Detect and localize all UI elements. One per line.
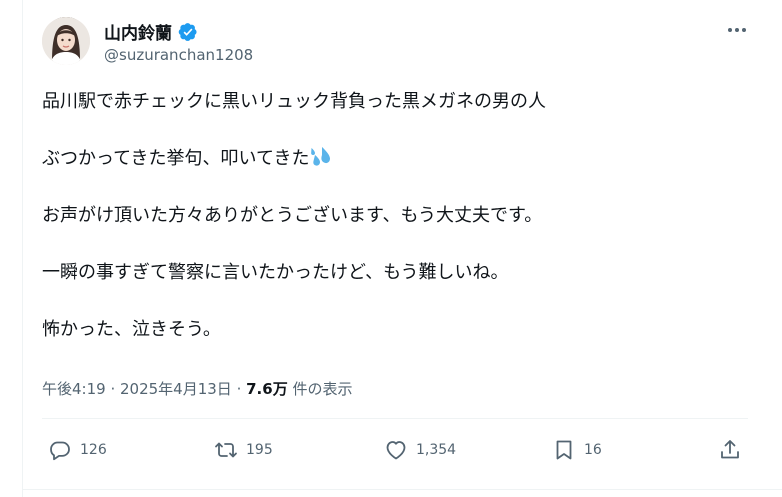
share-button[interactable] xyxy=(718,438,742,462)
meta-separator: · xyxy=(231,380,247,398)
divider xyxy=(22,489,782,490)
like-count: 1,354 xyxy=(416,442,457,458)
verified-badge-icon xyxy=(178,22,198,42)
display-name[interactable]: 山内鈴蘭 xyxy=(104,19,198,44)
reply-button[interactable]: 126 xyxy=(48,438,107,462)
bookmark-icon xyxy=(552,438,576,462)
reply-count: 126 xyxy=(80,442,107,458)
bookmark-button[interactable]: 16 xyxy=(552,438,602,462)
more-options-icon[interactable] xyxy=(722,18,752,42)
dot xyxy=(728,28,732,32)
tweet-date[interactable]: 2025年4月13日 xyxy=(120,380,232,398)
user-handle[interactable]: @suzuranchan1208 xyxy=(104,46,253,64)
retweet-button[interactable]: 195 xyxy=(214,438,273,462)
heart-icon xyxy=(384,438,408,462)
tweet-line-with-emoji: ぶつかってきた挙句、叩いてきた xyxy=(42,145,742,173)
dot xyxy=(742,28,746,32)
tweet-line: 品川駅で赤チェックに黒いリュック背負った黒メガネの男の人 xyxy=(42,91,546,112)
divider xyxy=(42,418,748,419)
view-count: 7.6万 xyxy=(246,380,288,398)
sweat-droplets-icon xyxy=(309,146,331,168)
dot xyxy=(735,28,739,32)
meta-separator: · xyxy=(105,380,120,398)
retweet-icon xyxy=(214,438,238,462)
tweet-line: お声がけ頂いた方々ありがとうございます、もう大丈夫です。 xyxy=(42,205,543,226)
avatar[interactable] xyxy=(42,17,90,65)
action-bar: 126 195 1,354 16 xyxy=(42,432,748,472)
tweet-meta: 午後4:19 · 2025年4月13日 · 7.6万 件の表示 xyxy=(42,378,352,399)
retweet-count: 195 xyxy=(246,442,273,458)
bookmark-count: 16 xyxy=(584,442,602,458)
view-count-label: 件の表示 xyxy=(287,380,353,398)
share-icon xyxy=(718,438,742,462)
display-name-text[interactable]: 山内鈴蘭 xyxy=(104,19,172,44)
tweet-line: ぶつかってきた挙句、叩いてきた xyxy=(42,148,310,169)
like-button[interactable]: 1,354 xyxy=(384,438,456,462)
tweet-text: 品川駅で赤チェックに黒いリュック背負った黒メガネの男の人 ぶつかってきた挙句、叩… xyxy=(42,88,742,373)
tweet-line: 怖かった、泣きそう。 xyxy=(42,319,221,340)
tweet-line: 一瞬の事すぎて警察に言いたかったけど、もう難しいね。 xyxy=(42,262,509,283)
reply-icon xyxy=(48,438,72,462)
tweet-time[interactable]: 午後4:19 xyxy=(42,380,106,398)
